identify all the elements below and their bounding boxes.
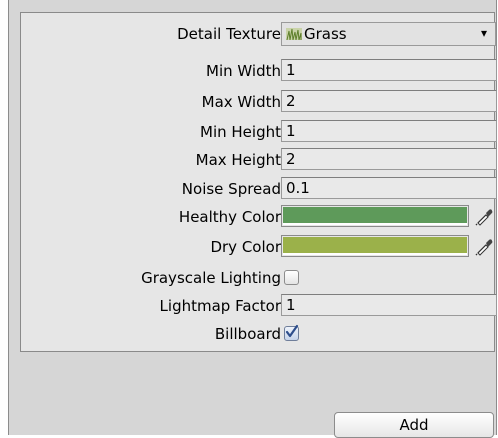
lightmap-factor-row: Lightmap Factor 1 (21, 294, 497, 318)
healthy-color-fill (283, 207, 467, 224)
grayscale-lighting-label: Grayscale Lighting (141, 269, 281, 287)
healthy-color-swatch[interactable] (281, 205, 469, 227)
lightmap-factor-field[interactable]: 1 (281, 294, 497, 316)
max-width-field[interactable]: 2 (281, 90, 497, 112)
min-width-label: Min Width (206, 62, 281, 80)
noise-spread-row: Noise Spread 0.1 (21, 177, 497, 201)
healthy-color-alpha-bar (283, 223, 467, 225)
min-width-field[interactable]: 1 (281, 59, 497, 81)
noise-spread-field[interactable]: 0.1 (281, 177, 497, 199)
billboard-checkbox[interactable] (284, 324, 299, 341)
dry-color-label: Dry Color (210, 238, 281, 256)
max-height-row: Max Height 2 (21, 148, 497, 172)
dry-color-swatch[interactable] (281, 235, 469, 257)
min-width-row: Min Width 1 (21, 59, 497, 83)
detail-texture-value: Grass (304, 25, 347, 43)
healthy-color-row: Healthy Color (21, 205, 494, 229)
billboard-label: Billboard (214, 325, 281, 343)
add-button[interactable]: Add (334, 412, 494, 438)
dry-color-row: Dry Color (21, 235, 494, 259)
dropdown-arrow-icon[interactable]: ▾ (481, 22, 487, 44)
max-height-field[interactable]: 2 (281, 148, 497, 170)
max-width-row: Max Width 2 (21, 90, 497, 114)
dry-color-fill (283, 237, 467, 254)
dry-color-alpha-bar (283, 253, 467, 255)
grass-texture-icon (286, 28, 302, 40)
noise-spread-label: Noise Spread (181, 180, 281, 198)
healthy-color-label: Healthy Color (178, 208, 281, 226)
detail-editor-window: Detail Texture Grass ▾ Min Width 1 Max W… (8, 0, 497, 438)
min-height-row: Min Height 1 (21, 120, 497, 144)
eyedropper-icon[interactable] (473, 205, 495, 227)
detail-texture-label: Detail Texture (177, 25, 281, 43)
grayscale-lighting-row: Grayscale Lighting (21, 266, 494, 290)
billboard-row: Billboard (21, 322, 494, 346)
lightmap-factor-label: Lightmap Factor (159, 297, 281, 315)
min-height-field[interactable]: 1 (281, 120, 497, 142)
max-width-label: Max Width (201, 93, 281, 111)
max-height-label: Max Height (195, 151, 281, 169)
eyedropper-icon[interactable] (473, 235, 495, 257)
detail-settings-panel: Detail Texture Grass ▾ Min Width 1 Max W… (20, 12, 497, 352)
detail-texture-row: Detail Texture Grass ▾ (21, 22, 496, 46)
grayscale-lighting-checkbox[interactable] (284, 270, 299, 285)
checkmark-icon (285, 324, 299, 338)
min-height-label: Min Height (200, 123, 281, 141)
detail-texture-field[interactable]: Grass ▾ (281, 22, 496, 46)
